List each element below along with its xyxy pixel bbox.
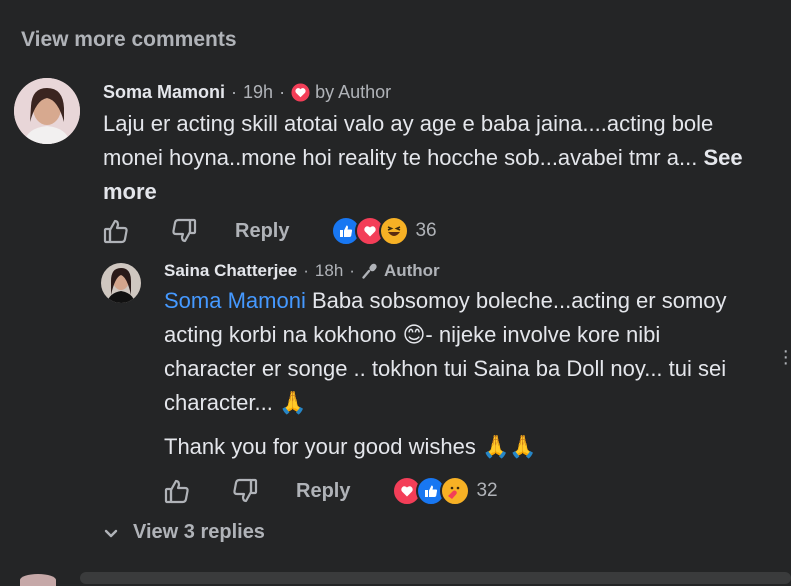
view-replies-link[interactable]: View 3 replies (103, 521, 265, 544)
current-user-avatar[interactable] (20, 574, 56, 586)
comment-actions: Reply 36 (102, 216, 437, 246)
reply-button[interactable]: Reply (296, 480, 350, 503)
more-options-icon[interactable]: · · · (782, 341, 789, 373)
thumbs-up-icon[interactable] (163, 477, 191, 505)
author-badge-label: by Author (315, 82, 392, 102)
separator-dot: · (231, 82, 238, 102)
reply-button[interactable]: Reply (235, 220, 289, 243)
reply-time[interactable]: 18h (315, 261, 343, 281)
avatar[interactable] (14, 78, 80, 144)
view-replies-label: View 3 replies (133, 521, 265, 543)
avatar-photo (101, 263, 141, 303)
reaction-summary[interactable]: 36 (331, 216, 437, 246)
reaction-count: 32 (476, 480, 498, 501)
author-badge-label: Author (383, 261, 440, 280)
separator-dot: · (279, 82, 286, 102)
microphone-icon (361, 262, 379, 280)
comment-header: Soma Mamoni · 19h · by Author (103, 82, 391, 103)
view-more-comments-link[interactable]: View more comments (21, 28, 237, 52)
thumbs-down-icon[interactable] (170, 217, 198, 245)
reply-text-second: Thank you for your good wishes 🙏🙏 (164, 434, 537, 459)
reaction-count: 36 (415, 220, 437, 241)
haha-icon (379, 216, 410, 246)
comment-input-box[interactable] (80, 572, 791, 584)
thumbs-up-icon[interactable] (102, 217, 130, 245)
chevron-down-icon (103, 525, 119, 541)
reply-body: Soma Mamoni Baba sobsomoy boleche...acti… (164, 284, 742, 420)
separator-dot: · (349, 261, 355, 280)
comment-body: Laju er acting skill atotai valo ay age … (103, 107, 743, 209)
reaction-summary[interactable]: 32 (392, 476, 498, 506)
reply-header: Saina Chatterjee · 18h · Author (164, 261, 440, 281)
comment-text: Laju er acting skill atotai valo ay age … (103, 111, 714, 170)
mention-link[interactable]: Soma Mamoni (164, 288, 306, 313)
thumbs-down-icon[interactable] (231, 477, 259, 505)
reply-author-name[interactable]: Saina Chatterjee (164, 261, 297, 281)
avatar-photo (14, 78, 80, 144)
care-icon (440, 476, 471, 506)
separator-dot: · (303, 261, 309, 280)
heart-badge-icon (291, 83, 310, 102)
avatar[interactable] (101, 263, 141, 303)
comment-time[interactable]: 19h (243, 82, 273, 103)
reply-actions: Reply 32 (163, 476, 498, 506)
comment-author-name[interactable]: Soma Mamoni (103, 82, 225, 103)
